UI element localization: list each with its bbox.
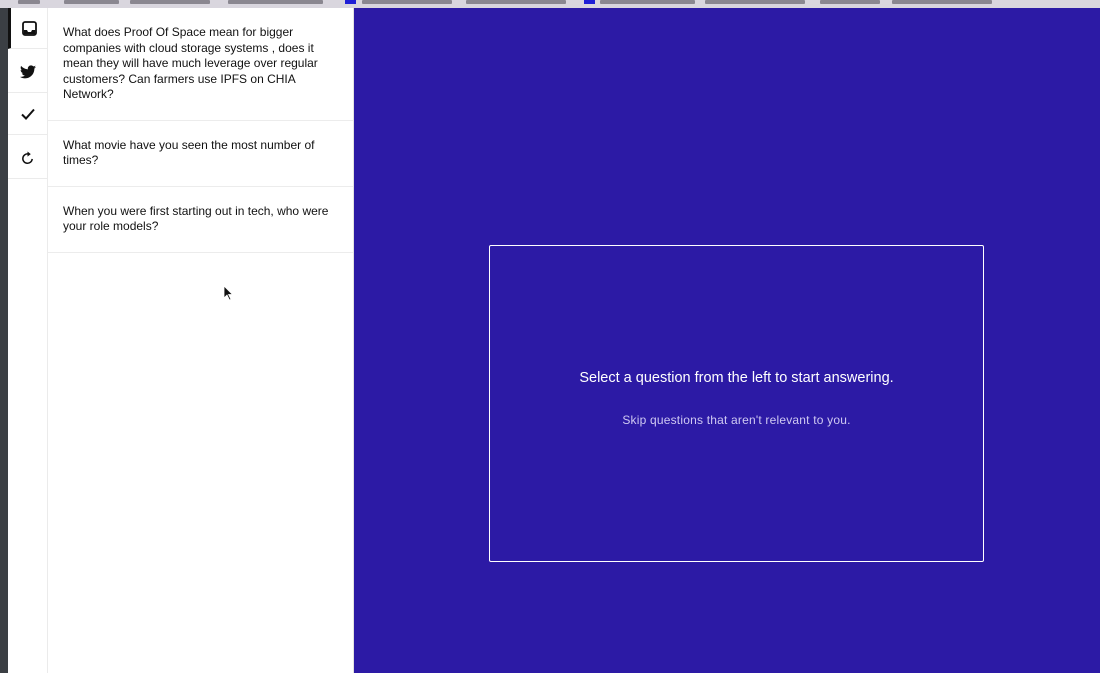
question-text: When you were first starting out in tech…: [63, 203, 329, 234]
refresh-icon: [22, 150, 33, 164]
icon-rail: [8, 8, 48, 673]
mouse-cursor-icon: [223, 285, 233, 301]
inbox-icon: [21, 20, 37, 36]
browser-bookmarks-bar: [0, 0, 1100, 8]
empty-state-title: Select a question from the left to start…: [579, 370, 894, 386]
question-item[interactable]: What movie have you seen the most number…: [48, 121, 353, 187]
question-list: What does Proof Of Space mean for bigger…: [48, 8, 354, 673]
bookmark-fragment: [18, 0, 40, 4]
rail-item-inbox[interactable]: [8, 8, 47, 49]
rail-item-answered[interactable]: [8, 94, 47, 135]
question-item[interactable]: What does Proof Of Space mean for bigger…: [48, 8, 353, 121]
bookmark-fragment: [820, 0, 880, 4]
bookmark-fragment: [600, 0, 695, 4]
bookmark-fragment: [892, 0, 992, 4]
window-edge: [0, 8, 8, 673]
bookmark-fragment: [362, 0, 452, 4]
question-text: What does Proof Of Space mean for bigger…: [63, 25, 318, 101]
checkmark-icon: [20, 108, 35, 120]
question-item[interactable]: When you were first starting out in tech…: [48, 187, 353, 253]
twitter-icon: [19, 65, 36, 79]
bookmark-favicon: [584, 0, 595, 4]
bookmark-favicon: [345, 0, 356, 4]
bookmark-fragment: [64, 0, 119, 4]
bookmark-fragment: [466, 0, 566, 4]
empty-state-panel: Select a question from the left to start…: [489, 245, 984, 562]
rail-item-twitter[interactable]: [8, 52, 47, 93]
bookmark-fragment: [228, 0, 323, 4]
rail-item-refresh[interactable]: [8, 138, 47, 179]
bookmark-fragment: [130, 0, 210, 4]
bookmark-fragment: [705, 0, 805, 4]
empty-state-subtitle: Skip questions that aren't relevant to y…: [622, 413, 851, 427]
question-text: What movie have you seen the most number…: [63, 137, 315, 168]
